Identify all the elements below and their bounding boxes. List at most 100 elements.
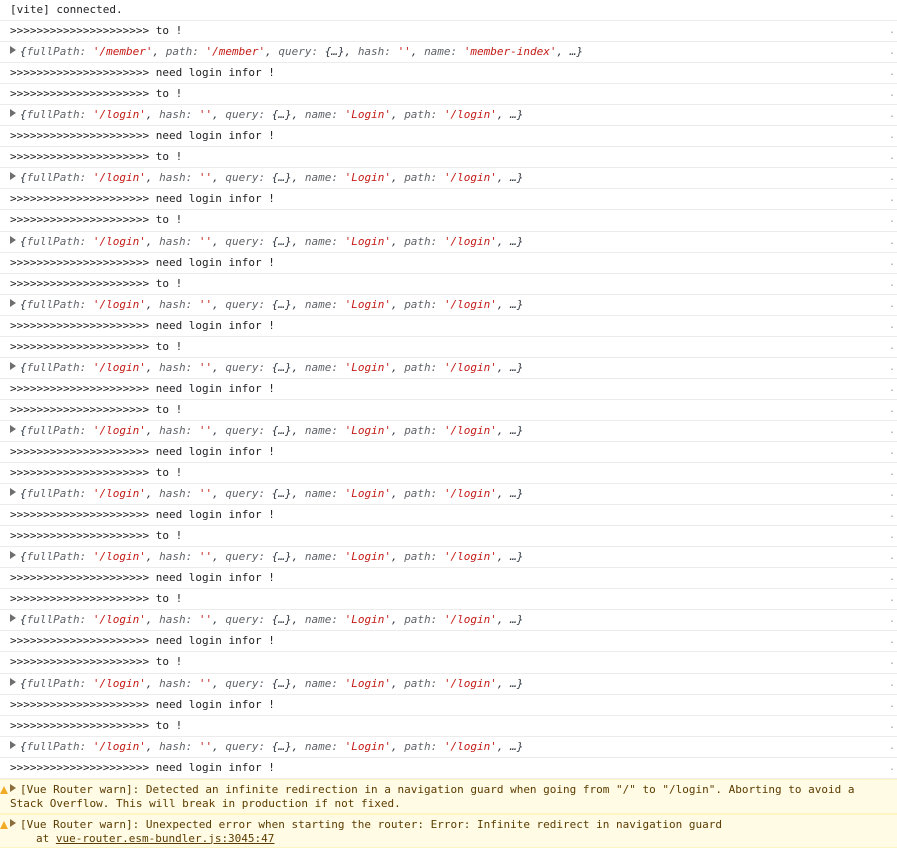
- punctuation: , …}: [496, 739, 524, 753]
- expand-triangle-icon[interactable]: [10, 235, 16, 244]
- console-log-row: >>>>>>>>>>>>>>>>>>>>> to !.: [0, 21, 897, 43]
- property-value: 'member-index': [463, 45, 557, 59]
- console-warning-router-error[interactable]: [Vue Router warn]: Unexpected error when…: [0, 813, 897, 848]
- property-key: fullPath:: [26, 487, 93, 501]
- punctuation: ,: [145, 360, 160, 374]
- punctuation: {: [20, 613, 27, 627]
- console-object-row[interactable]: {fullPath: '/login', hash: '', query: {……: [0, 421, 897, 442]
- log-message: >>>>>>>>>>>>>>>>>>>>> need login infor !: [10, 571, 275, 585]
- console-object-row[interactable]: {fullPath: '/member', path: '/member', q…: [0, 42, 897, 64]
- object-preview: {fullPath: '/login', hash: '', query: {……: [20, 298, 523, 311]
- property-key: query:: [225, 234, 272, 248]
- console-object-row[interactable]: {fullPath: '/login', hash: '', query: {……: [0, 674, 897, 695]
- property-value: '/login': [92, 108, 146, 122]
- property-value: 'Login': [344, 360, 391, 374]
- console-object-row[interactable]: {fullPath: '/login', hash: '', query: {……: [0, 232, 897, 253]
- punctuation: {…},: [271, 171, 305, 185]
- expand-triangle-icon[interactable]: [10, 783, 16, 792]
- expand-triangle-icon[interactable]: [10, 740, 16, 749]
- punctuation: {: [20, 487, 27, 501]
- property-value: '/member': [205, 45, 266, 59]
- source-marker: .: [888, 25, 895, 37]
- property-key: fullPath:: [26, 613, 93, 627]
- punctuation: ,: [145, 297, 160, 311]
- expand-triangle-icon[interactable]: [10, 172, 16, 181]
- expand-triangle-icon[interactable]: [10, 424, 16, 433]
- source-marker: .: [888, 67, 895, 79]
- punctuation: ,: [390, 676, 405, 690]
- property-key: fullPath:: [26, 234, 93, 248]
- console-panel: [vite] connected. >>>>>>>>>>>>>>>>>>>>> t…: [0, 0, 897, 848]
- expand-triangle-icon[interactable]: [10, 109, 16, 118]
- punctuation: ,: [145, 234, 160, 248]
- console-object-row[interactable]: {fullPath: '/login', hash: '', query: {……: [0, 105, 897, 127]
- property-key: fullPath:: [26, 550, 93, 564]
- expand-triangle-icon[interactable]: [10, 677, 16, 686]
- object-preview: {fullPath: '/login', hash: '', query: {……: [20, 613, 523, 626]
- property-value: '/login': [92, 297, 146, 311]
- source-marker: .: [888, 340, 895, 352]
- punctuation: ,: [390, 234, 405, 248]
- punctuation: ,: [145, 487, 160, 501]
- property-key: query:: [225, 423, 272, 437]
- property-key: fullPath:: [26, 171, 93, 185]
- log-message: >>>>>>>>>>>>>>>>>>>>> to !: [10, 402, 183, 416]
- punctuation: , …}: [496, 676, 524, 690]
- console-object-row[interactable]: {fullPath: '/login', hash: '', query: {……: [0, 547, 897, 569]
- console-log-row: >>>>>>>>>>>>>>>>>>>>> need login infor !…: [0, 126, 897, 148]
- log-message: >>>>>>>>>>>>>>>>>>>>> need login infor !: [10, 66, 275, 80]
- property-value: '/login': [92, 487, 146, 501]
- property-value: '/login': [92, 234, 146, 248]
- expand-triangle-icon[interactable]: [10, 298, 16, 307]
- expand-triangle-icon[interactable]: [10, 818, 16, 827]
- source-marker: .: [888, 109, 895, 121]
- punctuation: , …}: [496, 550, 524, 564]
- punctuation: {…},: [271, 676, 305, 690]
- property-key: query:: [225, 739, 272, 753]
- expand-triangle-icon[interactable]: [10, 614, 16, 623]
- console-log-row: >>>>>>>>>>>>>>>>>>>>> need login infor !…: [0, 189, 897, 211]
- source-marker: .: [888, 530, 895, 542]
- console-log-row: >>>>>>>>>>>>>>>>>>>>> need login infor !…: [0, 379, 897, 400]
- log-message: >>>>>>>>>>>>>>>>>>>>> to !: [10, 718, 183, 732]
- console-warning-infinite-redirect[interactable]: [Vue Router warn]: Detected an infinite …: [0, 778, 897, 814]
- console-log-row: >>>>>>>>>>>>>>>>>>>>> to !.: [0, 147, 897, 169]
- property-key: query:: [225, 613, 272, 627]
- punctuation: ,: [212, 739, 226, 753]
- property-key: hash:: [159, 360, 199, 374]
- source-link[interactable]: vue-router.esm-bundler.js:3045:47: [56, 832, 275, 845]
- expand-triangle-icon[interactable]: [10, 46, 16, 55]
- expand-triangle-icon[interactable]: [10, 488, 16, 497]
- log-message: >>>>>>>>>>>>>>>>>>>>> to !: [10, 276, 183, 290]
- console-log-row: >>>>>>>>>>>>>>>>>>>>> need login infor !…: [0, 442, 897, 464]
- expand-triangle-icon[interactable]: [10, 361, 16, 370]
- expand-triangle-icon[interactable]: [10, 551, 16, 560]
- warning-icon: [0, 785, 8, 794]
- property-key: path:: [404, 108, 444, 122]
- property-value: '/login': [443, 297, 497, 311]
- console-object-row[interactable]: {fullPath: '/login', hash: '', query: {……: [0, 168, 897, 190]
- console-object-row[interactable]: {fullPath: '/login', hash: '', query: {……: [0, 358, 897, 379]
- property-key: hash:: [159, 613, 199, 627]
- log-message: >>>>>>>>>>>>>>>>>>>>> to !: [10, 529, 183, 543]
- console-object-row[interactable]: {fullPath: '/login', hash: '', query: {……: [0, 295, 897, 316]
- property-key: fullPath:: [26, 739, 93, 753]
- source-marker: .: [888, 761, 895, 773]
- punctuation: ,: [212, 676, 226, 690]
- property-value: '': [198, 613, 213, 627]
- console-object-row[interactable]: {fullPath: '/login', hash: '', query: {……: [0, 484, 897, 506]
- console-object-row[interactable]: {fullPath: '/login', hash: '', query: {……: [0, 610, 897, 632]
- punctuation: , …}: [496, 297, 524, 311]
- punctuation: {: [20, 423, 27, 437]
- log-message: >>>>>>>>>>>>>>>>>>>>> to !: [10, 150, 183, 164]
- punctuation: {…},: [271, 487, 305, 501]
- source-marker: .: [888, 488, 895, 500]
- source-marker: .: [888, 298, 895, 310]
- property-key: hash:: [159, 108, 199, 122]
- source-marker: .: [888, 172, 895, 184]
- console-log-row: >>>>>>>>>>>>>>>>>>>>> need login infor !…: [0, 568, 897, 590]
- punctuation: ,: [410, 45, 425, 59]
- property-value: '': [198, 108, 213, 122]
- punctuation: ,: [145, 108, 160, 122]
- console-object-row[interactable]: {fullPath: '/login', hash: '', query: {……: [0, 737, 897, 758]
